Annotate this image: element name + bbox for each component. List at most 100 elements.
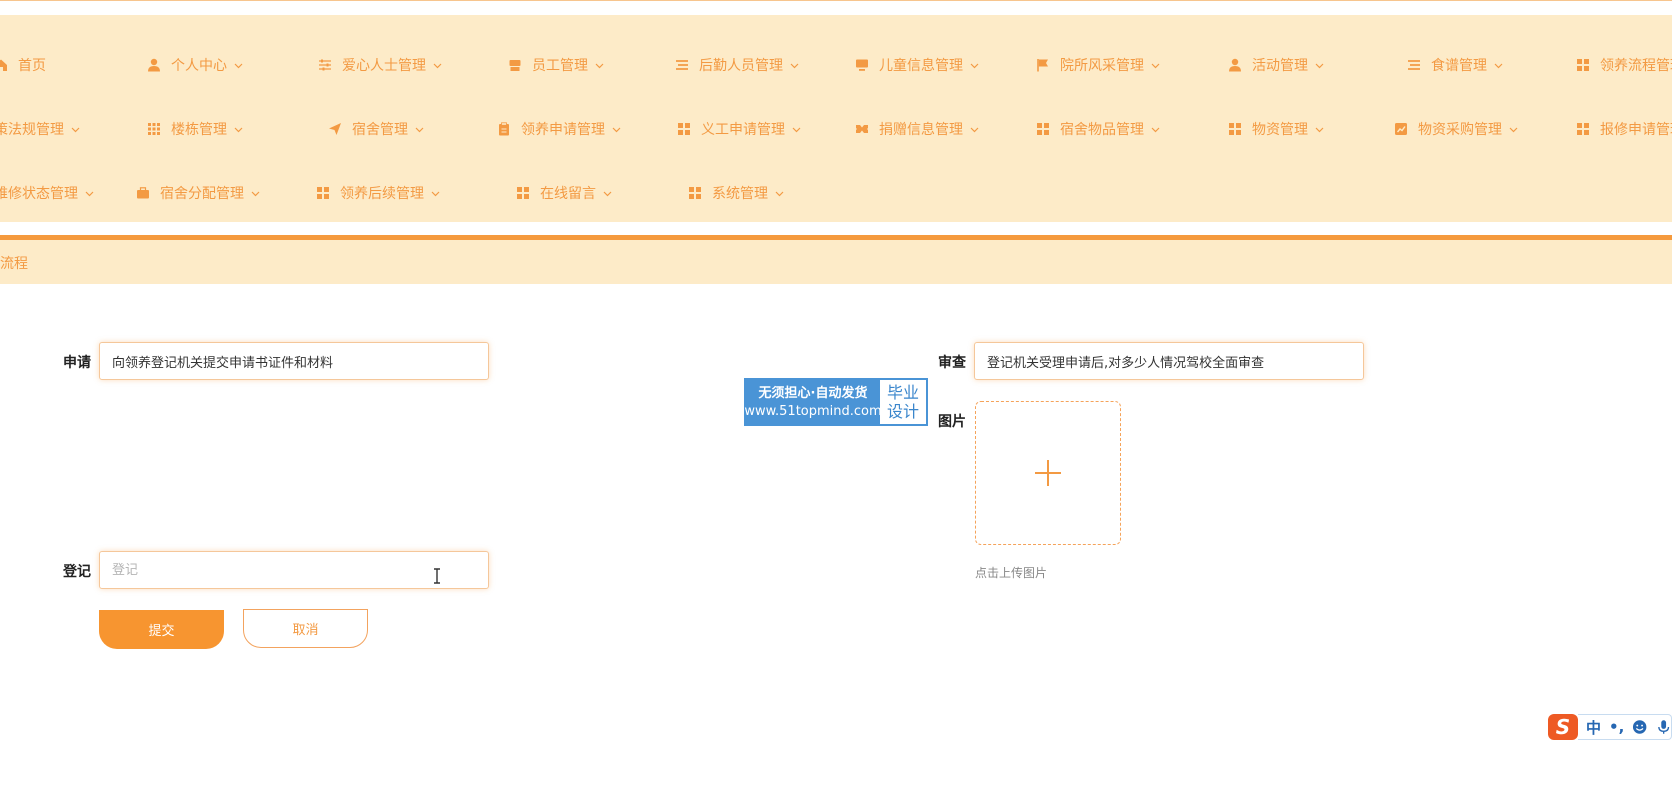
ticket-icon — [855, 122, 869, 136]
watermark-right1: 毕业 — [886, 383, 919, 402]
watermark-line2: www.51topmind.com — [744, 403, 882, 419]
chevron-down-icon — [234, 61, 243, 70]
nav-item-label: 宿舍分配管理 — [160, 186, 244, 202]
shop-icon — [508, 58, 522, 72]
chevron-down-icon — [790, 61, 799, 70]
nav-item-row1-3[interactable]: 员工管理 — [508, 55, 604, 75]
nav-item-row2-0[interactable]: 政策法规管理 — [0, 119, 80, 139]
breadcrumb: 领养流程 — [0, 240, 1672, 284]
nav-item-label: 物资管理 — [1252, 122, 1308, 138]
nav-item-row2-8[interactable]: 物资采购管理 — [1394, 119, 1518, 139]
user-icon — [1228, 58, 1242, 72]
nav-item-label: 宿舍管理 — [352, 122, 408, 138]
list-icon — [1407, 58, 1421, 72]
submit-button[interactable]: 提交 — [99, 610, 224, 649]
chevron-down-icon — [792, 125, 801, 134]
nav-item-row1-6[interactable]: 院所风采管理 — [1036, 55, 1160, 75]
chevron-down-icon — [85, 189, 94, 198]
grid-icon — [677, 122, 691, 136]
monitor-icon — [855, 58, 869, 72]
nav-item-row2-3[interactable]: 领养申请管理 — [497, 119, 621, 139]
ime-logo[interactable]: S — [1548, 714, 1578, 740]
nav-item-label: 食谱管理 — [1431, 58, 1487, 74]
nav-item-row2-6[interactable]: 宿舍物品管理 — [1036, 119, 1160, 139]
nav-item-row1-9[interactable]: 领养流程管理 — [1576, 55, 1672, 75]
chevron-down-icon — [1509, 125, 1518, 134]
chevron-down-icon — [433, 61, 442, 70]
nav-item-row2-5[interactable]: 捐赠信息管理 — [855, 119, 979, 139]
nav-item-row3-1[interactable]: 宿舍分配管理 — [136, 183, 260, 203]
grid-icon — [1576, 58, 1590, 72]
nav-item-row2-9[interactable]: 报修申请管理 — [1576, 119, 1672, 139]
nav-item-row1-5[interactable]: 儿童信息管理 — [855, 55, 979, 75]
nav-item-row1-1[interactable]: 个人中心 — [147, 55, 243, 75]
chevron-down-icon — [775, 189, 784, 198]
nav-item-label: 楼栋管理 — [171, 122, 227, 138]
grid-icon — [1036, 122, 1050, 136]
flag-icon — [1036, 58, 1050, 72]
briefcase-icon — [136, 186, 150, 200]
nav-item-label: 活动管理 — [1252, 58, 1308, 74]
send-icon — [328, 122, 342, 136]
nav-item-row2-2[interactable]: 宿舍管理 — [328, 119, 424, 139]
watermark-right2: 设计 — [886, 402, 919, 421]
chevron-down-icon — [431, 189, 440, 198]
chevron-down-icon — [1494, 61, 1503, 70]
apply-field[interactable] — [99, 342, 489, 380]
nav-item-row3-0[interactable]: 维修状态管理 — [0, 183, 94, 203]
nav-item-label: 在线留言 — [540, 186, 596, 202]
chevron-down-icon — [251, 189, 260, 198]
nav-item-label: 领养流程管理 — [1600, 58, 1672, 74]
image-label: 图片 — [938, 414, 966, 430]
ime-bar: 中 •, — [1578, 714, 1672, 740]
nav-item-row3-3[interactable]: 在线留言 — [516, 183, 612, 203]
register-field[interactable] — [99, 551, 489, 589]
nav-item-row2-1[interactable]: 楼栋管理 — [147, 119, 243, 139]
nav-item-row3-4[interactable]: 系统管理 — [688, 183, 784, 203]
nav-item-label: 义工申请管理 — [701, 122, 785, 138]
grid-icon — [688, 186, 702, 200]
nav-item-row1-4[interactable]: 后勤人员管理 — [675, 55, 799, 75]
nav-item-label: 系统管理 — [712, 186, 768, 202]
nav-item-label: 报修申请管理 — [1600, 122, 1672, 138]
nav-item-row1-2[interactable]: 爱心人士管理 — [318, 55, 442, 75]
nav-item-label: 宿舍物品管理 — [1060, 122, 1144, 138]
nav-item-row2-4[interactable]: 义工申请管理 — [677, 119, 801, 139]
microphone-icon[interactable] — [1656, 719, 1671, 735]
ime-punct-toggle[interactable]: •, — [1609, 718, 1624, 736]
list-icon — [675, 58, 689, 72]
nav-item-row1-8[interactable]: 食谱管理 — [1407, 55, 1503, 75]
chevron-down-icon — [970, 61, 979, 70]
ime-toolbar[interactable]: S 中 •, — [1548, 713, 1672, 741]
chevron-down-icon — [1315, 61, 1324, 70]
chevron-down-icon — [612, 125, 621, 134]
breadcrumb-current: 领养流程 — [0, 256, 28, 272]
nav-item-row3-2[interactable]: 领养后续管理 — [316, 183, 440, 203]
chevron-down-icon — [970, 125, 979, 134]
chevron-down-icon — [1151, 125, 1160, 134]
chevron-down-icon — [595, 61, 604, 70]
cancel-button[interactable]: 取消 — [243, 609, 368, 648]
upload-hint: 点击上传图片 — [975, 566, 1048, 580]
nav-item-row1-7[interactable]: 活动管理 — [1228, 55, 1324, 75]
image-upload-button[interactable] — [975, 401, 1121, 545]
grid-icon — [1576, 122, 1590, 136]
nav-item-row1-0[interactable]: 首页 — [0, 55, 46, 75]
nav-item-label: 维修状态管理 — [0, 186, 78, 202]
apply-label: 申请 — [63, 355, 91, 371]
emoji-icon[interactable] — [1632, 719, 1647, 735]
nav-item-label: 政策法规管理 — [0, 122, 64, 138]
nav-item-label: 个人中心 — [171, 58, 227, 74]
chart-icon — [1394, 122, 1408, 136]
review-field[interactable] — [974, 342, 1364, 380]
nav-item-label: 领养后续管理 — [340, 186, 424, 202]
clipboard-icon — [497, 122, 511, 136]
nav-item-label: 物资采购管理 — [1418, 122, 1502, 138]
top-navigation: 首页 个人中心 爱心人士管理 员工管理 后勤人员管理 儿童信息管理 院所风采管理 活动管理 食谱… — [0, 15, 1672, 222]
nav-item-label: 领养申请管理 — [521, 122, 605, 138]
ime-mode-toggle[interactable]: 中 — [1586, 717, 1601, 738]
nav-item-row2-7[interactable]: 物资管理 — [1228, 119, 1324, 139]
chevron-down-icon — [415, 125, 424, 134]
nav-item-label: 捐赠信息管理 — [879, 122, 963, 138]
review-label: 审查 — [938, 355, 966, 371]
